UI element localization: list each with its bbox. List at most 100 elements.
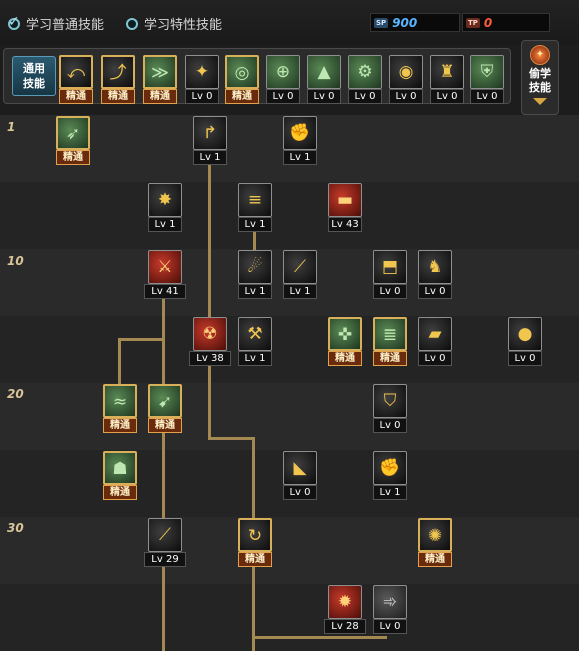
learn-special-skills-label: 学习特性技能 xyxy=(144,18,223,33)
skill-node[interactable]: ⟋ Lv 1 xyxy=(283,250,317,300)
swirl-icon: ✺ xyxy=(418,518,452,552)
skill-level: Lv 0 xyxy=(348,89,382,104)
machine-gun-icon: ≣ xyxy=(373,317,407,351)
quick-skill-9[interactable]: ◉ Lv 0 xyxy=(389,55,423,105)
level-marker: 30 xyxy=(7,521,24,535)
crosshair-icon: ⊕ xyxy=(266,55,300,89)
skill-level: Lv 41 xyxy=(144,284,186,299)
tp-icon: TP xyxy=(466,17,480,28)
skill-level: Lv 43 xyxy=(328,217,362,232)
quick-skill-3[interactable]: ≫ 精通 xyxy=(143,55,177,105)
backstep-icon: ⤺ xyxy=(59,55,93,89)
wind-icon: ≈ xyxy=(103,384,137,418)
skill-node[interactable]: ≡ Lv 1 xyxy=(238,183,272,233)
quick-skill-8[interactable]: ⚙ Lv 0 xyxy=(348,55,382,105)
quick-skill-4[interactable]: ✦ Lv 0 xyxy=(185,55,219,105)
skill-level: Lv 0 xyxy=(283,485,317,500)
skill-level: Lv 28 xyxy=(324,619,366,634)
blade-icon: ⟋ xyxy=(148,518,182,552)
skill-node[interactable]: ➾ Lv 0 xyxy=(373,585,407,635)
sp-icon: SP xyxy=(374,17,389,28)
skill-level: Lv 0 xyxy=(185,89,219,104)
learn-special-skills-option[interactable]: 学习特性技能 xyxy=(126,14,222,33)
quick-skill-2[interactable]: ⤴ 精通 xyxy=(101,55,135,105)
skill-level: 精通 xyxy=(418,552,452,567)
skill-node[interactable]: ⚒ Lv 1 xyxy=(238,317,272,367)
skill-node[interactable]: ⛉ Lv 0 xyxy=(373,384,407,434)
skill-level: 精通 xyxy=(225,89,259,104)
skill-level: Lv 0 xyxy=(266,89,300,104)
skill-node[interactable]: ✺ 精通 xyxy=(418,518,452,568)
tank-icon: ▰ xyxy=(418,317,452,351)
skill-level: Lv 1 xyxy=(373,485,407,500)
skill-node[interactable]: ≣ 精通 xyxy=(373,317,407,367)
skill-node[interactable]: ✊ Lv 1 xyxy=(283,116,317,166)
beast-icon: ♞ xyxy=(418,250,452,284)
skill-node[interactable]: ✜ 精通 xyxy=(328,317,362,367)
tree-row-band xyxy=(0,383,579,450)
dragon-icon: ☄ xyxy=(238,250,272,284)
eye-icon: ◉ xyxy=(389,55,423,89)
skill-level: 精通 xyxy=(103,485,137,500)
level-marker: 20 xyxy=(7,387,24,401)
skill-node[interactable]: ✸ Lv 1 xyxy=(148,183,182,233)
skill-level: Lv 0 xyxy=(418,351,452,366)
steal-label-1: 偷学 xyxy=(529,67,551,80)
learn-normal-skills-label: 学习普通技能 xyxy=(26,18,105,33)
skill-node[interactable]: ⬒ Lv 0 xyxy=(373,250,407,300)
skill-node[interactable]: ➹ 精通 xyxy=(148,384,182,434)
general-label-1: 通用 xyxy=(23,62,45,75)
skill-node[interactable]: ⚔ Lv 41 xyxy=(144,250,186,300)
general-skills-bar: 通用 技能 ⤺ 精通 ⤴ 精通 ≫ 精通 ✦ Lv 0 ◎ 精通 ⊕ Lv 0 ▲ Lv 0 … xyxy=(3,48,511,104)
skill-level: Lv 1 xyxy=(283,284,317,299)
deploy-icon: ⬒ xyxy=(373,250,407,284)
skill-level: 精通 xyxy=(148,418,182,433)
skill-node[interactable]: ◣ Lv 0 xyxy=(283,451,317,501)
skill-level: 精通 xyxy=(238,552,272,567)
skill-node[interactable]: ⟋ Lv 29 xyxy=(144,518,186,568)
radio-unchecked-icon xyxy=(126,17,138,30)
skill-node[interactable]: ✹ Lv 28 xyxy=(324,585,366,635)
skill-level: Lv 29 xyxy=(144,552,186,567)
skill-level: Lv 1 xyxy=(238,217,272,232)
gear-cannon-icon: ⚙ xyxy=(348,55,382,89)
mech-icon: ☢ xyxy=(193,317,227,351)
tp-counter: TP 0 xyxy=(462,13,550,32)
quick-skill-10[interactable]: ♜ Lv 0 xyxy=(430,55,464,105)
tree-connector xyxy=(253,232,256,250)
skill-level: Lv 1 xyxy=(238,284,272,299)
radio-checked-icon: ✓ xyxy=(8,13,20,30)
skill-level: 精通 xyxy=(143,89,177,104)
general-skills-tab[interactable]: 通用 技能 xyxy=(12,56,56,96)
skill-node[interactable]: ● Lv 0 xyxy=(508,317,542,367)
quick-skill-5[interactable]: ◎ 精通 xyxy=(225,55,259,105)
skill-level: Lv 0 xyxy=(307,89,341,104)
quick-skill-1[interactable]: ⤺ 精通 xyxy=(59,55,93,105)
skill-level: Lv 1 xyxy=(148,217,182,232)
skill-level: 精通 xyxy=(101,89,135,104)
quick-skill-6[interactable]: ⊕ Lv 0 xyxy=(266,55,300,105)
skill-node[interactable]: ♞ Lv 0 xyxy=(418,250,452,300)
skill-node[interactable]: ▰ Lv 0 xyxy=(418,317,452,367)
skill-node[interactable]: ☄ Lv 1 xyxy=(238,250,272,300)
helmet-icon: ☗ xyxy=(103,451,137,485)
general-label-2: 技能 xyxy=(23,77,45,90)
quick-skill-11[interactable]: ⛨ Lv 0 xyxy=(470,55,504,105)
skill-node[interactable]: ☗ 精通 xyxy=(103,451,137,501)
learn-normal-skills-option[interactable]: ✓ 学习普通技能 xyxy=(8,14,104,33)
tree-row-band xyxy=(0,316,579,383)
skill-node[interactable]: ↻ 精通 xyxy=(238,518,272,568)
skill-node[interactable]: ↱ Lv 1 xyxy=(193,116,227,166)
tree-row-band xyxy=(0,517,579,584)
steal-skills-button[interactable]: ✦ 偷学 技能 xyxy=(521,40,559,115)
skill-node[interactable]: ✊ Lv 1 xyxy=(373,451,407,501)
uppercut-icon: ✊ xyxy=(283,116,317,150)
skill-node[interactable]: ≈ 精通 xyxy=(103,384,137,434)
skill-node[interactable]: ☢ Lv 38 xyxy=(189,317,231,367)
skill-node[interactable]: ▬ Lv 43 xyxy=(328,183,362,233)
tree-row-band xyxy=(0,584,579,651)
skill-level: Lv 0 xyxy=(508,351,542,366)
skill-node[interactable]: ➶ 精通 xyxy=(56,116,90,166)
skill-level: Lv 0 xyxy=(373,418,407,433)
quick-skill-7[interactable]: ▲ Lv 0 xyxy=(307,55,341,105)
